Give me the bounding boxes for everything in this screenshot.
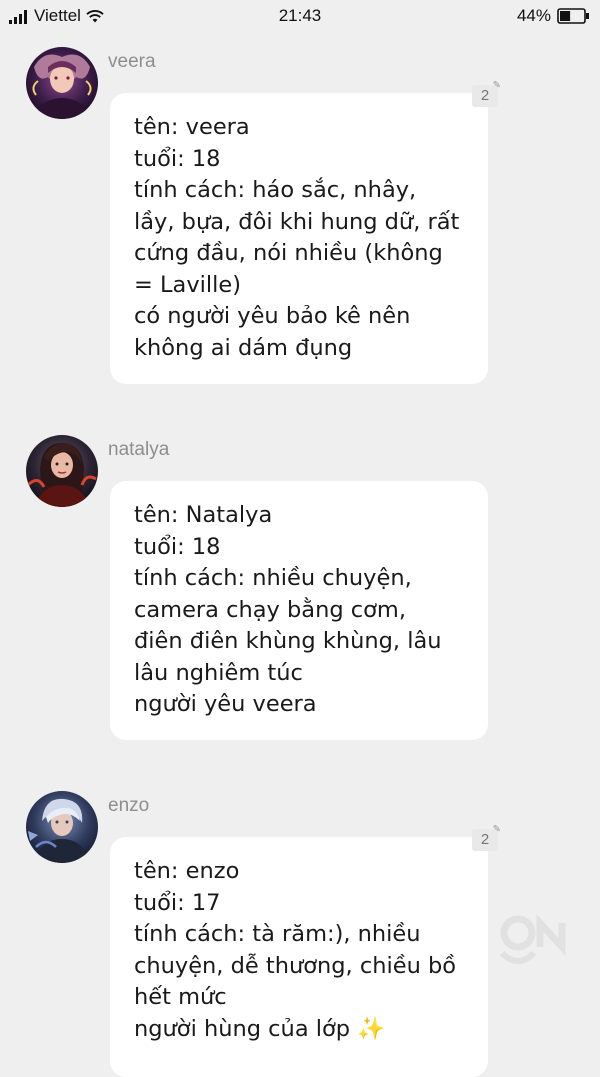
avatar-image — [26, 47, 98, 119]
avatar-image — [26, 435, 98, 507]
sender-name[interactable]: enzo — [108, 795, 149, 817]
paragraph-comment-count[interactable]: 2 ✎ — [472, 825, 501, 851]
message-line: tính cách: háo sắc, nhây, — [134, 177, 417, 203]
message-line: tính cách: tà răm:), nhiều — [134, 921, 421, 947]
message-line: tính cách: nhiều chuyện, — [134, 565, 412, 591]
pen-icon: ✎ — [492, 80, 501, 91]
message-bubble[interactable]: tên: veera tuổi: 18 tính cách: háo sắc, … — [110, 93, 488, 384]
message-line: người yêu veera — [134, 691, 317, 717]
watermark-logo — [499, 914, 566, 964]
comment-count-value: 2 — [480, 87, 490, 104]
message-line: tên: Natalya — [134, 502, 273, 528]
avatar[interactable] — [26, 435, 98, 507]
status-time: 21:43 — [278, 6, 322, 25]
message-line: lầy, bựa, đôi khi hung dữ, rất — [134, 208, 460, 235]
message-line: tuổi: 18 — [134, 533, 221, 560]
message-line: lâu nghiêm túc — [134, 659, 303, 686]
message-line: tên: veera — [134, 114, 250, 140]
comment-count-value: 2 — [480, 831, 490, 848]
message-line: người hùng của lớp ✨ — [134, 1015, 386, 1042]
message-line: camera chạy bằng cơm, — [134, 596, 406, 623]
battery-icon — [557, 8, 589, 24]
status-bar: Viettel 21:43 44% — [0, 0, 600, 32]
message-line: có người yêu bảo kê nên — [134, 303, 411, 329]
avatar-image — [26, 791, 98, 863]
message-line: tuổi: 18 — [134, 145, 221, 172]
message-bubble[interactable]: tên: Natalya tuổi: 18 tính cách: nhiều c… — [110, 481, 488, 740]
status-right: 44% — [517, 6, 590, 26]
sender-name[interactable]: veera — [108, 51, 156, 73]
message-line: tên: enzo — [134, 858, 240, 884]
message-line: = Laville) — [134, 271, 242, 298]
message-line: không ai dám đụng — [134, 334, 353, 361]
avatar[interactable] — [26, 47, 98, 119]
message-line: chuyện, dễ thương, chiều bồ — [134, 952, 457, 979]
message-bubble[interactable]: tên: enzo tuổi: 17 tính cách: tà răm:), … — [110, 837, 488, 1077]
message-line: điên điên khùng khùng, lâu — [134, 628, 442, 654]
battery-percent: 44% — [516, 6, 551, 25]
message-line: cứng đầu, nói nhiều (không — [134, 240, 443, 266]
sender-name[interactable]: natalya — [108, 439, 169, 461]
paragraph-comment-count[interactable]: 2 ✎ — [472, 81, 501, 107]
pen-icon: ✎ — [492, 824, 501, 835]
message-line: hết mức — [134, 984, 227, 1010]
message-line: tuổi: 17 — [134, 889, 221, 916]
avatar[interactable] — [26, 791, 98, 863]
